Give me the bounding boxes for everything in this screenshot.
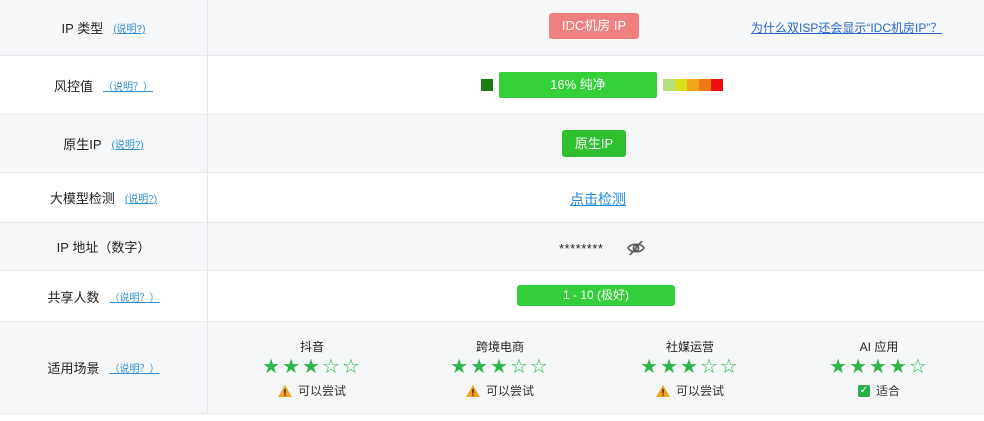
check-icon: ✓ [857, 384, 870, 397]
label-ai-detect: 大模型检测 (说明?) [0, 173, 208, 222]
row-risk: 风控值 （说明？） 16% 纯净 [0, 56, 984, 115]
label-text: 原生IP [63, 137, 102, 152]
scenario-status: ✓ 适合 [819, 382, 939, 399]
label-ip-address: IP 地址（数字） [0, 223, 208, 270]
star-rating: ★★★☆☆ [640, 356, 740, 378]
row-shared-users: 共享人数 （说明？） 1 - 10 (极好) [0, 271, 984, 322]
scenario-status: 可以尝试 [252, 382, 372, 399]
help-link[interactable]: （说明？） [103, 78, 153, 93]
value-ai-detect: 点击检测 [209, 173, 984, 222]
status-text: 适合 [875, 384, 900, 398]
label-text: 风控值 [53, 78, 93, 94]
risk-scale-segment [699, 79, 711, 91]
risk-level-indicator [481, 79, 493, 91]
label-ip-type: IP 类型 (说明?) [0, 0, 208, 55]
scenario-name: 抖音 [299, 340, 324, 354]
native-ip-tag: 原生IP [562, 130, 626, 157]
status-text: 可以尝试 [485, 384, 534, 398]
row-scenarios: 适用场景 （说明？） 抖音 ★★★☆☆ 可以尝试 跨境电商 ★★★☆☆ 可以尝试 [0, 322, 984, 414]
status-text: 可以尝试 [297, 384, 346, 398]
risk-scale-segment [687, 79, 699, 91]
value-shared-users: 1 - 10 (极好) [209, 271, 984, 321]
row-ip-address: IP 地址（数字） ******** [0, 223, 984, 271]
star-rating: ★★★★☆ [829, 356, 929, 378]
value-ip-address: ******** [209, 223, 984, 270]
value-ip-type: IDC机房 IP 为什么双ISP还会显示“IDC机房IP”？ [209, 0, 984, 55]
label-shared-users: 共享人数 （说明？） [0, 271, 208, 321]
scenario-status: 可以尝试 [630, 382, 750, 399]
warning-icon [655, 384, 670, 397]
warning-icon [465, 384, 480, 397]
row-ip-type: IP 类型 (说明?) IDC机房 IP 为什么双ISP还会显示“IDC机房IP… [0, 0, 984, 56]
help-link[interactable]: (说明?) [112, 136, 144, 151]
row-native: 原生IP (说明?) 原生IP [0, 115, 984, 173]
star-rating: ★★★☆☆ [262, 356, 362, 378]
warning-icon [277, 384, 292, 397]
help-link[interactable]: (说明?) [125, 190, 157, 205]
masked-ip-value: ******** [559, 241, 604, 256]
eye-slash-icon[interactable] [626, 239, 646, 257]
shared-users-tag: 1 - 10 (极好) [517, 285, 675, 306]
scenario-name: 社媒运营 [665, 340, 714, 354]
label-text: 共享人数 [47, 289, 100, 305]
label-text: 大模型检测 [49, 191, 115, 206]
scenario-name: 跨境电商 [475, 340, 524, 354]
label-scenarios: 适用场景 （说明？） [0, 322, 208, 413]
label-native: 原生IP (说明?) [0, 115, 208, 172]
row-ai-detect: 大模型检测 (说明?) 点击检测 [0, 173, 984, 223]
label-text: IP 类型 [61, 21, 104, 36]
help-link[interactable]: （说明？） [110, 360, 160, 375]
label-text: 适用场景 [47, 361, 100, 376]
risk-color-scale [663, 79, 723, 91]
label-risk: 风控值 （说明？） [0, 56, 208, 114]
scenario-name: AI 应用 [859, 340, 899, 354]
risk-value-bar: 16% 纯净 [499, 72, 657, 98]
risk-scale-segment [711, 79, 723, 91]
help-link[interactable]: (说明?) [113, 20, 145, 35]
label-text: IP 地址（数字） [56, 240, 151, 255]
scenario-status: 可以尝试 [440, 382, 560, 399]
star-rating: ★★★☆☆ [450, 356, 550, 378]
value-native: 原生IP [209, 115, 984, 172]
value-risk: 16% 纯净 [209, 56, 984, 114]
value-scenarios: 抖音 ★★★☆☆ 可以尝试 跨境电商 ★★★☆☆ 可以尝试 社媒运营 ★★★☆☆ [209, 322, 984, 413]
click-detect-link[interactable]: 点击检测 [570, 189, 626, 209]
help-link[interactable]: （说明？） [110, 289, 160, 304]
risk-scale-segment [663, 79, 675, 91]
risk-scale-segment [675, 79, 687, 91]
idc-tag: IDC机房 IP [549, 13, 639, 39]
status-text: 可以尝试 [675, 384, 724, 398]
why-idc-link[interactable]: 为什么双ISP还会显示“IDC机房IP”？ [751, 19, 942, 36]
